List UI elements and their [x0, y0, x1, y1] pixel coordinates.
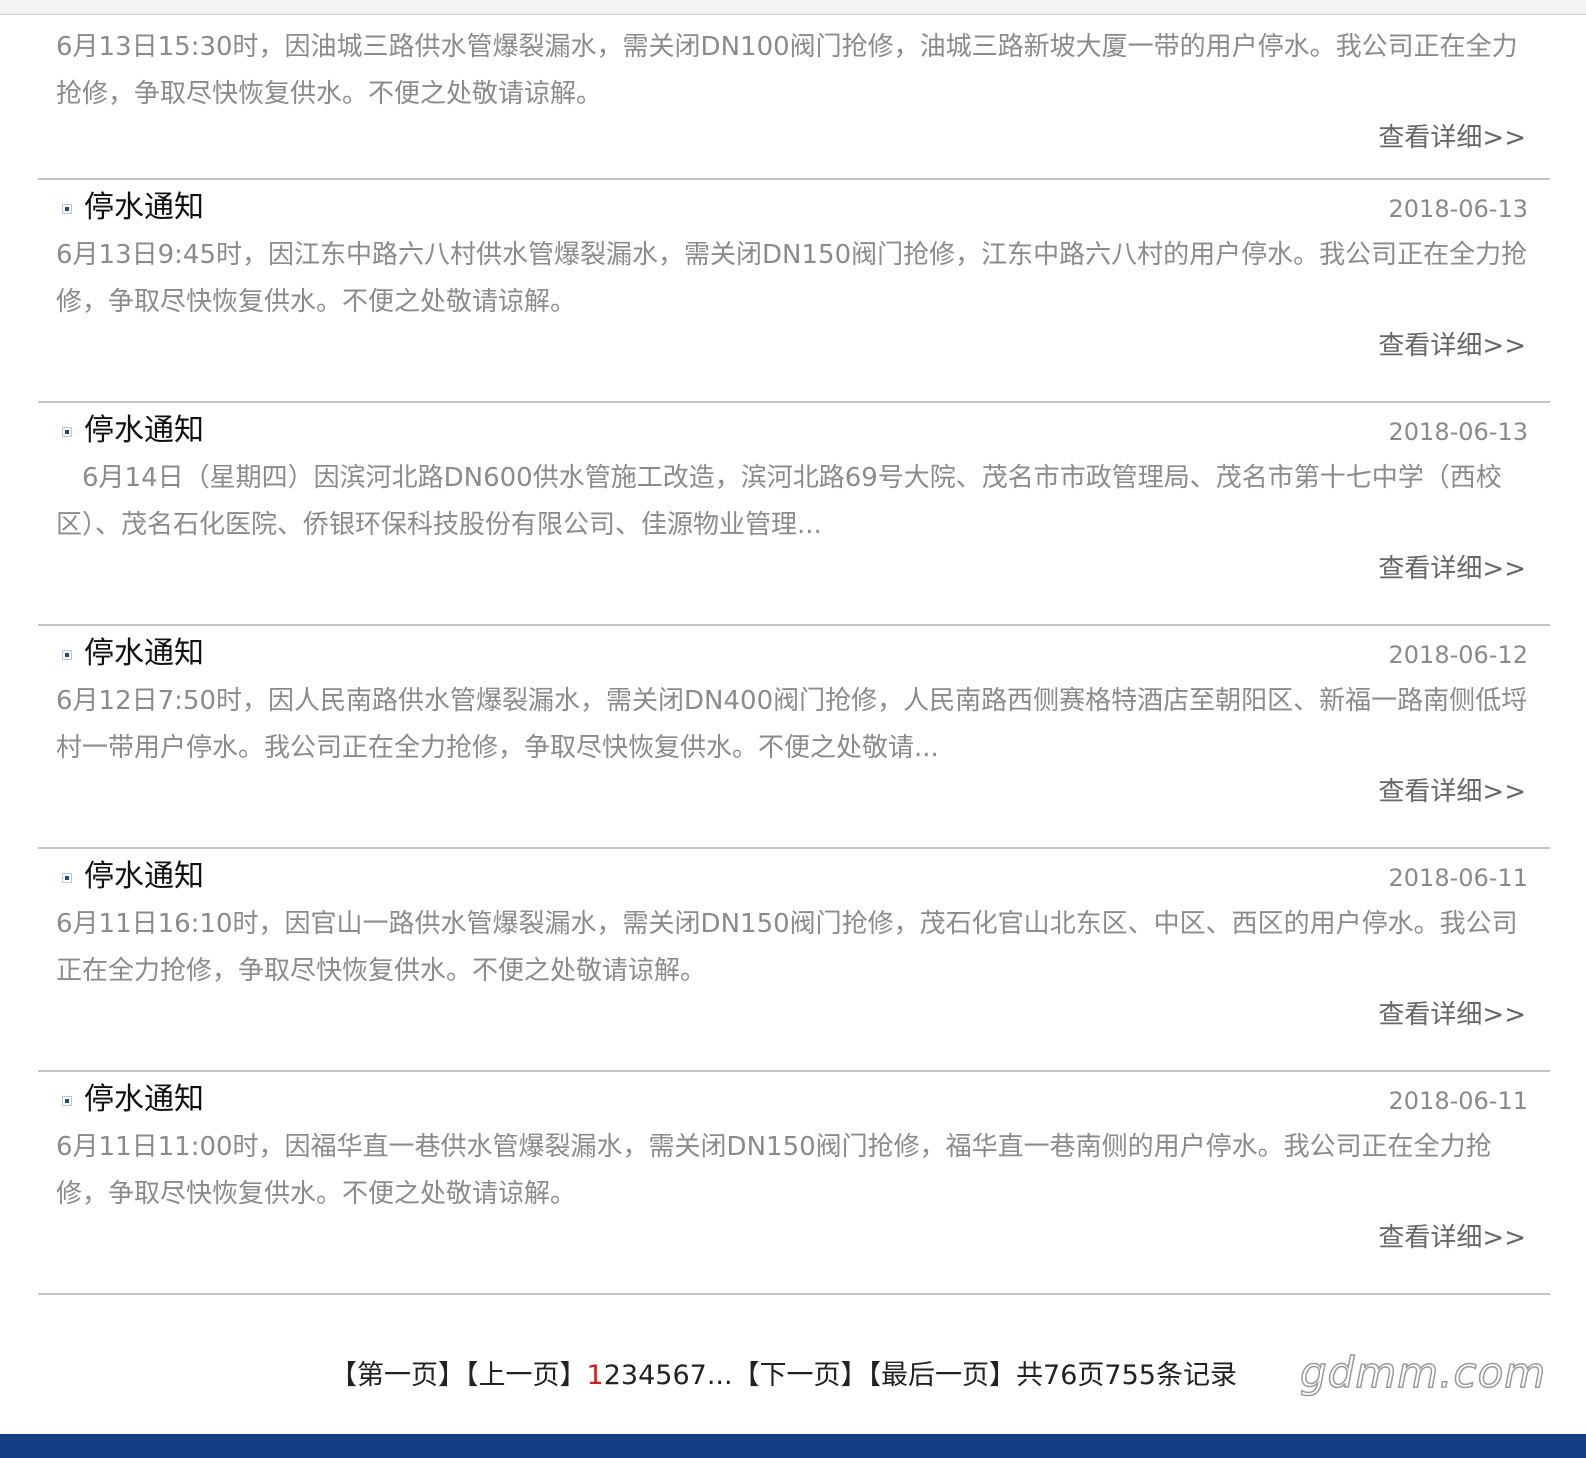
notice-summary: 6月13日9:45时，因江东中路六八村供水管爆裂漏水，需关闭DN150阀门抢修，…	[56, 240, 1528, 317]
notice-title[interactable]: 停水通知	[84, 857, 204, 897]
view-details-link[interactable]: 查看详细>>	[1378, 774, 1526, 810]
notice-header: 停水通知 2018-06-13	[38, 403, 1550, 455]
current-page: 1	[586, 1360, 604, 1391]
view-details-link[interactable]: 查看详细>>	[1378, 328, 1526, 364]
notice-title[interactable]: 停水通知	[84, 634, 204, 674]
pager-summary: 共76页755条记录	[1016, 1360, 1237, 1391]
last-page-link[interactable]: 【最后一页】	[868, 1360, 1017, 1391]
view-details-link[interactable]: 查看详细>>	[1378, 997, 1526, 1033]
notice-date: 2018-06-13	[1388, 195, 1528, 223]
bullet-icon	[62, 204, 72, 214]
page-link-4[interactable]: 4	[638, 1360, 655, 1391]
page-link-2[interactable]: 2	[604, 1360, 621, 1391]
notice-summary: 6月12日7:50时，因人民南路供水管爆裂漏水，需关闭DN400阀门抢修，人民南…	[56, 686, 1528, 763]
notice-more-row: 查看详细>>	[38, 118, 1550, 174]
page-ellipsis: ...	[706, 1360, 733, 1391]
bullet-icon	[62, 650, 72, 660]
prev-page-link[interactable]: 【上一页】	[465, 1360, 587, 1391]
bullet-icon	[62, 427, 72, 437]
notice-more-row: 查看详细>>	[38, 326, 1550, 382]
notice-title[interactable]: 停水通知	[84, 411, 204, 451]
bullet-icon	[62, 1096, 72, 1106]
notice-date: 2018-06-13	[1388, 418, 1528, 446]
notice-summary: 6月11日11:00时，因福华直一巷供水管爆裂漏水，需关闭DN150阀门抢修，福…	[56, 1132, 1492, 1209]
notice-more-row: 查看详细>>	[38, 995, 1550, 1051]
notice-header: 停水通知 2018-06-11	[38, 1072, 1550, 1124]
notice-date: 2018-06-11	[1388, 864, 1528, 892]
page-link-3[interactable]: 3	[621, 1360, 638, 1391]
notice-summary: 6月11日16:10时，因官山一路供水管爆裂漏水，需关闭DN150阀门抢修，茂石…	[56, 909, 1518, 986]
list-item: 6月13日15:30时，因油城三路供水管爆裂漏水，需关闭DN100阀门抢修，油城…	[38, 0, 1550, 180]
footer-bar	[0, 1434, 1586, 1458]
list-item: 停水通知 2018-06-13 6月14日（星期四）因滨河北路DN600供水管施…	[38, 403, 1550, 626]
notice-header: 停水通知 2018-06-11	[38, 849, 1550, 901]
notice-date: 2018-06-12	[1388, 641, 1528, 669]
notice-date: 2018-06-11	[1388, 1087, 1528, 1115]
view-details-link[interactable]: 查看详细>>	[1378, 551, 1526, 587]
list-item: 停水通知 2018-06-11 6月11日11:00时，因福华直一巷供水管爆裂漏…	[38, 1072, 1550, 1295]
view-details-link[interactable]: 查看详细>>	[1378, 120, 1526, 156]
list-item: 停水通知 2018-06-12 6月12日7:50时，因人民南路供水管爆裂漏水，…	[38, 626, 1550, 849]
list-item: 停水通知 2018-06-11 6月11日16:10时，因官山一路供水管爆裂漏水…	[38, 849, 1550, 1072]
notice-summary: 6月14日（星期四）因滨河北路DN600供水管施工改造，滨河北路69号大院、茂名…	[56, 463, 1502, 540]
first-page-link[interactable]: 【第一页】	[330, 1360, 465, 1391]
notice-title[interactable]: 停水通知	[84, 188, 204, 228]
page-link-7[interactable]: 7	[690, 1360, 707, 1391]
notice-list: 6月13日15:30时，因油城三路供水管爆裂漏水，需关闭DN100阀门抢修，油城…	[38, 0, 1550, 1295]
notice-more-row: 查看详细>>	[38, 772, 1550, 828]
watermark: gdmm.com	[1299, 1347, 1547, 1398]
notice-more-row: 查看详细>>	[38, 549, 1550, 605]
notice-summary: 6月13日15:30时，因油城三路供水管爆裂漏水，需关闭DN100阀门抢修，油城…	[56, 32, 1518, 109]
list-item: 停水通知 2018-06-13 6月13日9:45时，因江东中路六八村供水管爆裂…	[38, 180, 1550, 403]
notice-title[interactable]: 停水通知	[84, 1080, 204, 1120]
view-details-link[interactable]: 查看详细>>	[1378, 1220, 1526, 1256]
pagination: 【第一页】【上一页】1234567...【下一页】【最后一页】共76页755条记…	[330, 1356, 1237, 1396]
bullet-icon	[62, 873, 72, 883]
notice-header: 停水通知 2018-06-13	[38, 180, 1550, 232]
page-link-5[interactable]: 5	[655, 1360, 672, 1391]
page-link-6[interactable]: 6	[672, 1360, 689, 1391]
notice-header: 停水通知 2018-06-12	[38, 626, 1550, 678]
next-page-link[interactable]: 【下一页】	[733, 1360, 868, 1391]
notice-more-row: 查看详细>>	[38, 1218, 1550, 1274]
